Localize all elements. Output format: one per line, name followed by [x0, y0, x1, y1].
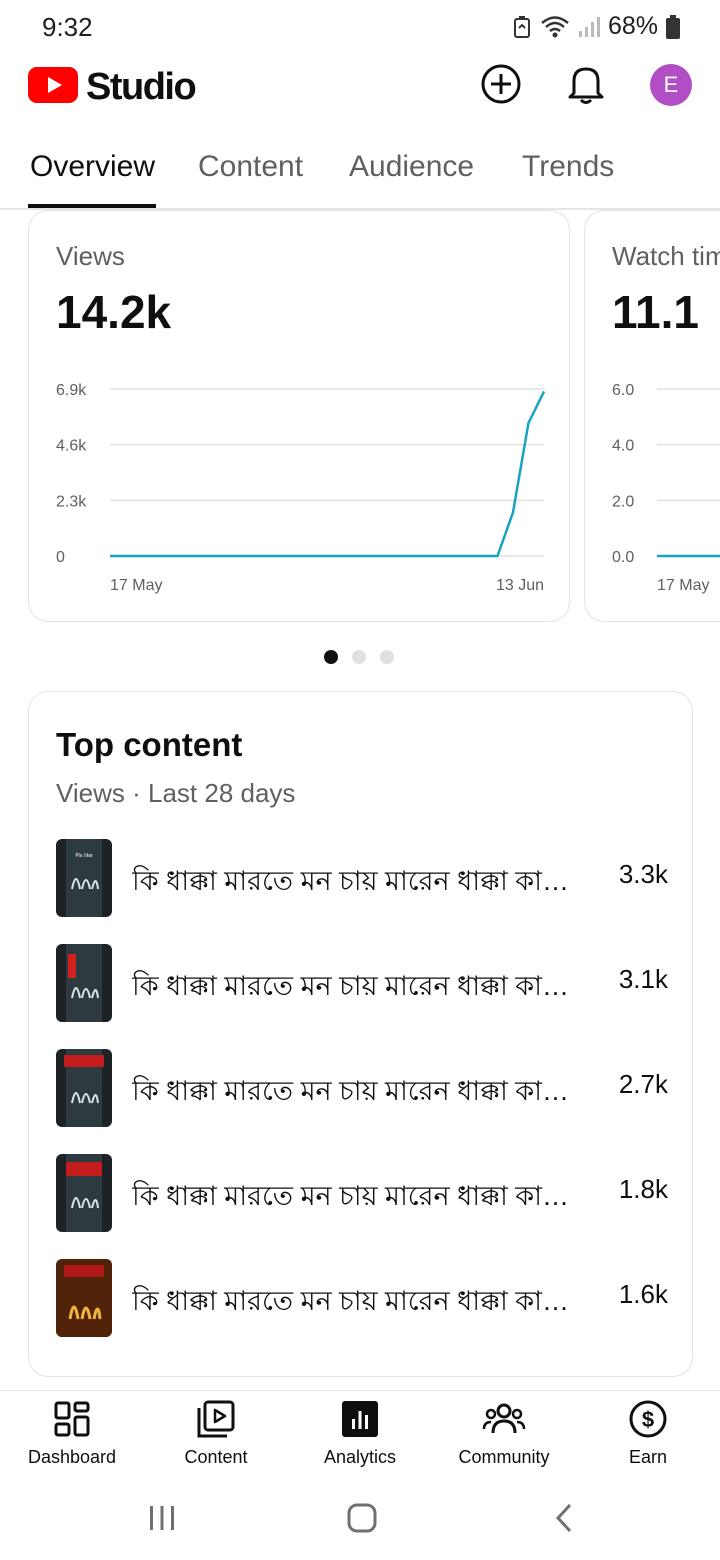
svg-text:Pls like: Pls like — [75, 853, 92, 859]
allah-calligraphy-thumbnail — [56, 1049, 112, 1127]
top-content-row[interactable]: কি ধাক্কা মারতে মন চায় মারেন ধাক্কা কার… — [56, 944, 668, 1022]
back-button[interactable] — [534, 1500, 594, 1540]
views-label: Views — [56, 241, 125, 271]
wifi-icon — [540, 15, 570, 39]
top-content-title: Top content — [56, 726, 243, 763]
top-content-subtitle: Views · Last 28 days — [56, 778, 296, 808]
top-content-card: Top content Views · Last 28 days Pls lik… — [28, 691, 693, 1377]
nav-analytics[interactable]: Analytics — [288, 1400, 432, 1468]
y-tick-label: 6.9k — [56, 382, 87, 399]
status-bar: 9:32 68% — [0, 0, 720, 56]
tab-audience[interactable]: Audience — [349, 150, 474, 184]
watch-time-card[interactable]: Watch time (hours) 11.1 0.0 2.0 4.0 6.0 17 … — [584, 210, 720, 622]
bell-icon — [566, 63, 606, 110]
nav-label: Dashboard — [27, 1447, 117, 1467]
recent-apps-button[interactable] — [132, 1500, 192, 1540]
video-title: কি ধাক্কা মারতে মন চায় মারেন ধাক্কা কার… — [132, 971, 582, 1001]
views-chart: 0 2.3k 4.6k 6.9k 17 May 13 Jun — [56, 382, 546, 594]
top-content-row[interactable]: কি ধাক্কা মারতে মন চায় মারেন ধাক্কা কার… — [56, 1259, 668, 1337]
y-tick-label: 6.0 — [612, 382, 634, 399]
y-tick-label: 2.0 — [612, 493, 634, 510]
video-views: 3.1k — [618, 964, 668, 994]
create-button[interactable] — [477, 62, 525, 110]
nav-label: Earn — [628, 1447, 668, 1467]
active-tab-indicator — [28, 204, 156, 208]
allah-calligraphy-thumbnail: Pls like — [56, 839, 112, 917]
recycle-icon — [512, 15, 532, 38]
dashboard-icon — [54, 1401, 90, 1442]
back-chevron-icon — [553, 1502, 575, 1539]
avatar[interactable]: E — [650, 64, 692, 106]
youtube-play-icon — [28, 67, 78, 108]
video-views: 1.6k — [618, 1279, 668, 1309]
pager-dot[interactable] — [324, 650, 338, 664]
top-content-row[interactable]: Pls like কি ধাক্কা মারতে মন চায় মারেন ধ… — [56, 839, 668, 917]
tab-content[interactable]: Content — [198, 150, 303, 184]
x-tick-label: 17 May — [110, 577, 162, 594]
video-title: কি ধাক্কা মারতে মন চায় মারেন ধাক্কা কার… — [132, 1286, 582, 1316]
views-series-line — [110, 390, 546, 558]
app-name: Studio — [86, 66, 197, 108]
signal-icon — [578, 15, 600, 39]
recent-apps-icon — [147, 1504, 177, 1537]
battery-percent: 68% — [607, 12, 658, 40]
earn-icon: $ — [628, 1399, 668, 1444]
allah-gold-calligraphy-thumbnail — [56, 1259, 112, 1337]
allah-calligraphy-thumbnail — [56, 1154, 112, 1232]
bottom-navigation: Dashboard Content Analytics Community $ … — [0, 1390, 720, 1480]
nav-dashboard[interactable]: Dashboard — [0, 1401, 144, 1468]
video-views: 2.7k — [618, 1069, 668, 1099]
allah-calligraphy-thumbnail — [56, 944, 112, 1022]
nav-earn[interactable]: $ Earn — [576, 1399, 720, 1468]
top-content-row[interactable]: কি ধাক্কা মারতে মন চায় মারেন ধাক্কা কার… — [56, 1154, 668, 1232]
carousel-pager — [324, 650, 394, 664]
watch-time-chart: 0.0 2.0 4.0 6.0 17 May — [612, 382, 720, 594]
y-tick-label: 4.6k — [56, 438, 87, 455]
y-tick-label: 0 — [56, 549, 65, 566]
community-icon — [482, 1401, 526, 1442]
battery-icon — [666, 14, 680, 39]
analytics-icon — [342, 1400, 378, 1442]
watch-time-value: 11.1 — [612, 286, 699, 338]
views-card[interactable]: Views 14.2k 0 2.3k 4.6k 6.9k 17 May 13 Jun — [28, 210, 570, 622]
tab-trends[interactable]: Trends — [522, 150, 614, 184]
nav-label: Content — [184, 1447, 248, 1467]
nav-content[interactable]: Content — [144, 1400, 288, 1468]
top-content-row[interactable]: কি ধাক্কা মারতে মন চায় মারেন ধাক্কা কার… — [56, 1049, 668, 1127]
y-tick-label: 2.3k — [56, 493, 87, 510]
video-title: কি ধাক্কা মারতে মন চায় মারেন ধাক্কা কার… — [132, 1181, 582, 1211]
svg-text:$: $ — [642, 1407, 654, 1432]
tab-overview[interactable]: Overview — [30, 150, 155, 184]
status-icons: 68% — [512, 12, 680, 41]
youtube-studio-screen: 9:32 68% Studio E Overview Content Audie… — [0, 0, 720, 1560]
video-views: 3.3k — [618, 859, 668, 889]
home-button[interactable] — [332, 1500, 392, 1540]
x-tick-label: 17 May — [657, 577, 709, 594]
nav-community[interactable]: Community — [432, 1401, 576, 1468]
x-tick-label: 13 Jun — [496, 577, 544, 594]
y-tick-label: 4.0 — [612, 438, 634, 455]
watch-time-label: Watch time (hours) — [612, 241, 720, 271]
app-header: Studio E — [0, 56, 720, 116]
nav-label: Community — [458, 1447, 550, 1467]
y-tick-label: 0.0 — [612, 549, 634, 566]
studio-logo[interactable]: Studio — [28, 66, 197, 109]
video-views: 1.8k — [618, 1174, 668, 1204]
pager-dot[interactable] — [352, 650, 366, 664]
status-time: 9:32 — [42, 12, 93, 42]
pager-dot[interactable] — [380, 650, 394, 664]
content-icon — [197, 1400, 235, 1443]
notifications-button[interactable] — [562, 62, 610, 110]
home-icon — [346, 1502, 378, 1539]
nav-label: Analytics — [323, 1447, 397, 1467]
video-title: কি ধাক্কা মারতে মন চায় মারেন ধাক্কা কার… — [132, 866, 582, 896]
video-title: কি ধাক্কা মারতে মন চায় মারেন ধাক্কা কার… — [132, 1076, 582, 1106]
plus-circle-icon — [480, 63, 522, 110]
tab-bar: Overview Content Audience Trends — [0, 140, 720, 210]
views-value: 14.2k — [56, 286, 172, 338]
system-navigation-bar — [0, 1480, 720, 1560]
